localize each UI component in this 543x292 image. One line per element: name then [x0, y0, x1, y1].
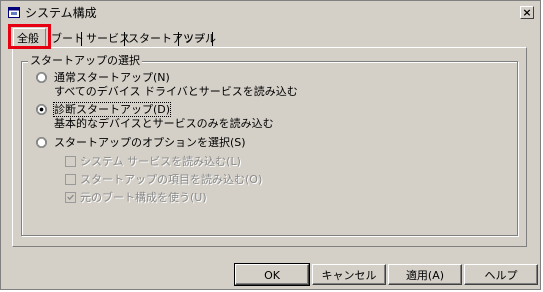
system-configuration-window: システム構成 × 全般 ブート サービス スタートアップ ツール スタートアップ… [0, 0, 541, 290]
tab-tools[interactable]: ツール [180, 30, 219, 48]
use-original-boot-label: 元のブート構成を使う(U) [80, 191, 207, 204]
apply-button[interactable]: 適用(A) [388, 264, 462, 285]
tab-separator [178, 32, 179, 46]
help-button[interactable]: ヘルプ [464, 264, 538, 285]
load-startup-items-label: スタートアップの項目を読み込む(O) [80, 173, 263, 186]
radio-selective-startup[interactable] [36, 137, 47, 148]
tab-separator [212, 32, 213, 46]
normal-startup-description: すべてのデバイス ドライバとサービスを読み込む [54, 85, 298, 98]
load-system-services-label: システム サービスを読み込む(L) [80, 155, 241, 168]
radio-diagnostic-startup[interactable] [36, 104, 47, 115]
app-window-icon [8, 7, 20, 18]
group-title: スタートアップの選択 [28, 54, 142, 68]
diagnostic-startup-label[interactable]: 診断スタートアップ(D) [52, 102, 172, 117]
window-title: システム構成 [25, 6, 97, 20]
normal-startup-label[interactable]: 通常スタートアップ(N) [54, 71, 170, 84]
radio-normal-startup[interactable] [36, 72, 47, 83]
checkbox-load-startup-items[interactable] [65, 174, 76, 185]
checkbox-load-system-services[interactable] [65, 156, 76, 167]
diagnostic-startup-description: 基本的なデバイスとサービスのみを読み込む [54, 117, 274, 130]
checkbox-use-original-boot[interactable] [65, 192, 76, 203]
ok-button[interactable]: OK [234, 263, 310, 286]
close-button[interactable]: × [520, 6, 534, 19]
tab-separator [81, 32, 82, 46]
highlight-box [8, 24, 51, 49]
cancel-button[interactable]: キャンセル [312, 264, 386, 285]
title-bar: システム構成 × [3, 3, 538, 23]
selective-startup-label[interactable]: スタートアップのオプションを選択(S) [54, 136, 246, 149]
